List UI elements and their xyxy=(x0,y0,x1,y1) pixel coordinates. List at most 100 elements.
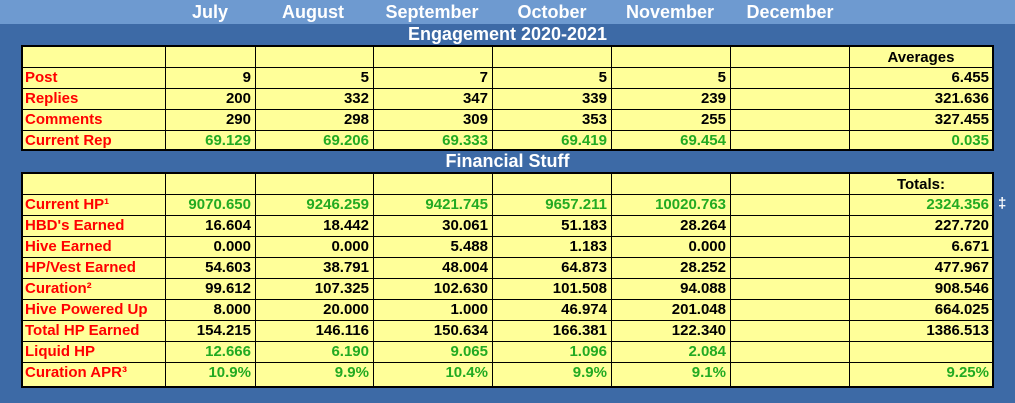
engagement-value-cell xyxy=(730,130,849,151)
financial-value-cell: 38.791 xyxy=(323,259,369,276)
financial-value-cell xyxy=(730,341,849,362)
engagement-value-cell: 347 xyxy=(462,90,488,107)
financial-value-cell: 10.9% xyxy=(208,364,251,381)
engagement-value-cell: 290 xyxy=(225,111,251,128)
financial-value-cell: 146.116 xyxy=(315,322,369,339)
engagement-value-cell: 309 xyxy=(462,111,488,128)
financial-row-label: Total HP Earned xyxy=(25,322,140,339)
financial-value-cell: 10020.763 xyxy=(655,196,726,213)
financial-value-cell: 6.190 xyxy=(331,343,369,360)
month-header-august: August xyxy=(282,2,344,22)
financial-row-label: Hive Powered Up xyxy=(25,301,148,318)
financial-value-cell: 9070.650 xyxy=(188,196,251,213)
financial-value-cell: 102.630 xyxy=(433,280,488,297)
engagement-value-cell: 255 xyxy=(700,111,726,128)
financial-title: Financial Stuff xyxy=(445,151,570,171)
financial-value-cell xyxy=(730,215,849,236)
engagement-value-cell: 298 xyxy=(343,111,369,128)
financial-value-cell: 1.000 xyxy=(450,301,488,318)
engagement-value-cell: 7 xyxy=(479,69,488,86)
financial-value-cell: 94.088 xyxy=(680,280,726,297)
financial-row-label: HP/Vest Earned xyxy=(25,259,136,276)
engagement-value-cell xyxy=(730,109,849,130)
month-header-december: December xyxy=(746,2,834,22)
financial-value-cell: 28.252 xyxy=(680,259,726,276)
engagement-row-label: Comments xyxy=(25,111,103,128)
financial-value-cell: 9.1% xyxy=(691,364,726,381)
financial-value-cell: 64.873 xyxy=(561,259,607,276)
financial-summary-cell: 9.25% xyxy=(946,364,989,381)
engagement-value-cell: 5 xyxy=(360,69,369,86)
financial-value-cell: 1.096 xyxy=(569,343,607,360)
engagement-table: Averages Post 9 5 7 5 5 6.455 Replies 200 332 347 33… xyxy=(21,45,994,151)
financial-value-cell: 48.004 xyxy=(442,259,488,276)
month-header-november: November xyxy=(625,2,715,22)
financial-value-cell: 46.974 xyxy=(561,301,607,318)
financial-summary-cell: 2324.356 xyxy=(926,196,989,213)
financial-row-label: Hive Earned xyxy=(25,238,112,255)
totals-header: Totals: xyxy=(896,176,946,193)
financial-value-cell xyxy=(730,257,849,278)
financial-row-label: Current HP¹ xyxy=(25,196,110,213)
financial-value-cell: 9246.259 xyxy=(306,196,369,213)
financial-value-cell: 1.183 xyxy=(569,238,607,255)
financial-value-cell: 8.000 xyxy=(213,301,251,318)
engagement-row-label: Post xyxy=(25,69,58,86)
engagement-value-cell: 339 xyxy=(581,90,607,107)
engagement-row-label: Replies xyxy=(25,90,79,107)
financial-summary-cell: 1386.513 xyxy=(926,322,989,339)
engagement-value-cell xyxy=(730,67,849,88)
financial-value-cell: 0.000 xyxy=(331,238,369,255)
financial-value-cell: 154.215 xyxy=(196,322,251,339)
engagement-summary-cell: 327.455 xyxy=(934,111,989,128)
engagement-summary-cell: 6.455 xyxy=(951,69,989,86)
financial-value-cell xyxy=(730,194,849,215)
averages-header: Averages xyxy=(887,49,955,66)
financial-value-cell: 0.000 xyxy=(688,238,726,255)
engagement-value-cell: 69.419 xyxy=(561,132,607,149)
financial-value-cell: 12.666 xyxy=(205,343,251,360)
engagement-summary-cell: 321.636 xyxy=(934,90,989,107)
financial-value-cell: 150.634 xyxy=(433,322,488,339)
financial-row-label: Curation APR³ xyxy=(25,364,127,381)
financial-value-cell xyxy=(730,362,849,383)
financial-value-cell: 201.048 xyxy=(671,301,726,318)
financial-value-cell: 166.381 xyxy=(552,322,607,339)
financial-value-cell: 28.264 xyxy=(680,217,726,234)
engagement-value-cell: 69.206 xyxy=(323,132,369,149)
engagement-value-cell: 353 xyxy=(581,111,607,128)
financial-value-cell: 101.508 xyxy=(552,280,607,297)
financial-summary-cell: 6.671 xyxy=(951,238,989,255)
financial-value-cell xyxy=(730,299,849,320)
financial-value-cell xyxy=(730,278,849,299)
engagement-value-cell: 69.129 xyxy=(205,132,251,149)
financial-summary-cell: 477.967 xyxy=(934,259,989,276)
engagement-value-cell: 200 xyxy=(225,90,251,107)
financial-value-cell: 9.9% xyxy=(334,364,369,381)
financial-row-label: HBD's Earned xyxy=(25,217,125,234)
engagement-value-cell: 9 xyxy=(242,69,251,86)
financial-value-cell: 51.183 xyxy=(561,217,607,234)
engagement-value-cell: 332 xyxy=(343,90,369,107)
month-header-july: July xyxy=(191,2,229,22)
financial-value-cell: 54.603 xyxy=(205,259,251,276)
financial-value-cell: 122.340 xyxy=(671,322,726,339)
month-header-september: September xyxy=(385,2,479,22)
engagement-value-cell xyxy=(730,88,849,109)
financial-value-cell: 99.612 xyxy=(205,280,251,297)
financial-value-cell: 20.000 xyxy=(323,301,369,318)
engagement-title: Engagement 2020-2021 xyxy=(407,24,608,44)
financial-value-cell: 9.065 xyxy=(450,343,488,360)
engagement-value-cell: 5 xyxy=(717,69,726,86)
financial-row-label: Liquid HP xyxy=(25,343,95,360)
financial-value-cell: 9657.211 xyxy=(545,196,607,213)
financial-value-cell: 18.442 xyxy=(323,217,369,234)
dagger-mark: ‡ xyxy=(998,195,1007,212)
engagement-value-cell: 5 xyxy=(598,69,607,86)
financial-value-cell: 107.325 xyxy=(314,280,369,297)
financial-value-cell: 9421.745 xyxy=(425,196,488,213)
financial-summary-cell: 908.546 xyxy=(934,280,989,297)
financial-value-cell xyxy=(730,320,849,341)
financial-summary-cell xyxy=(849,341,993,362)
engagement-value-cell: 239 xyxy=(700,90,726,107)
